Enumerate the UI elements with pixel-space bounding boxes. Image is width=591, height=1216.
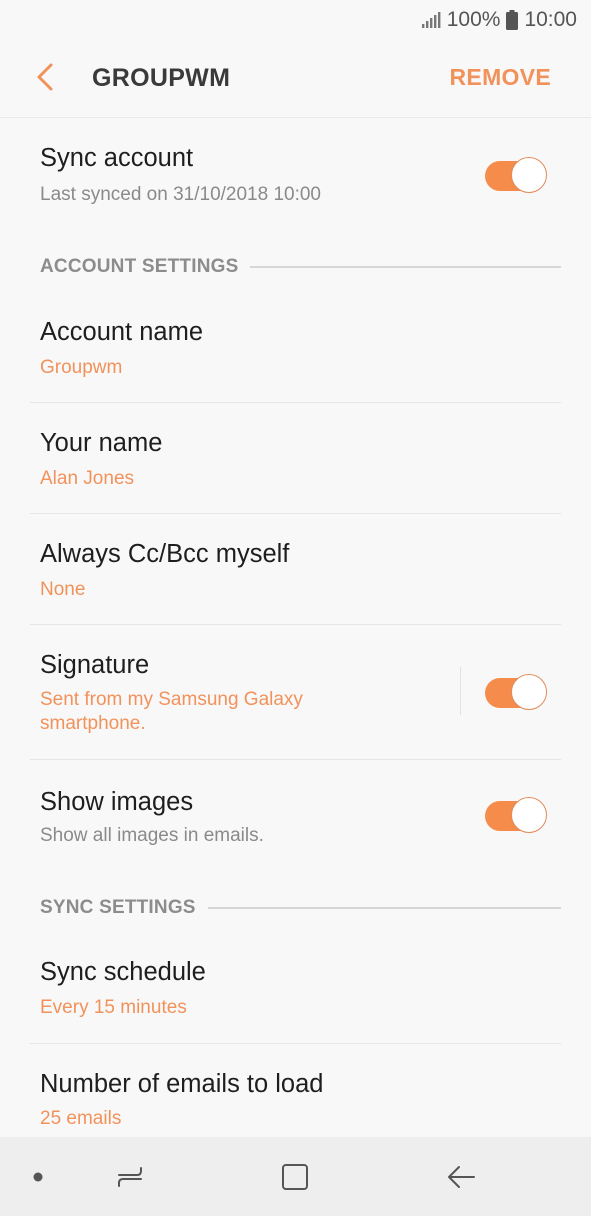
your-name-row[interactable]: Your name Alan Jones [30,403,561,513]
your-name-title: Your name [40,429,163,457]
back-arrow-icon[interactable] [443,1159,479,1195]
sync-schedule-title: Sync schedule [40,958,206,986]
signature-title: Signature [40,651,150,679]
account-name-row[interactable]: Account name Groupwm [30,300,561,402]
signature-toggle[interactable] [485,674,547,710]
section-divider [207,907,561,909]
battery-percentage: 100% [446,8,501,31]
last-synced-text: Last synced on 31/10/2018 10:00 [40,184,322,205]
app-header: GROUPWM REMOVE [0,40,591,118]
recent-apps-icon[interactable] [112,1159,148,1195]
signature-row[interactable]: Signature Sent from my Samsung Galaxy sm… [30,625,561,759]
home-icon[interactable] [277,1159,313,1195]
remove-button[interactable]: REMOVE [450,64,551,91]
account-name-value: Groupwm [40,357,123,378]
emails-to-load-value: 25 emails [40,1108,122,1129]
section-label: SYNC SETTINGS [40,897,196,918]
show-images-toggle[interactable] [485,797,547,833]
sync-account-toggle[interactable] [485,157,547,193]
status-bar: 100% 10:00 [0,0,591,40]
account-name-title: Account name [40,318,204,346]
chevron-left-icon [35,63,55,96]
navigation-bar [0,1137,591,1216]
page-title: GROUPWM [92,64,231,92]
sync-account-row[interactable]: Sync account Last synced on 31/10/2018 1… [30,130,561,230]
toggle-knob [511,157,547,193]
account-settings-header: ACCOUNT SETTINGS [40,256,561,278]
toggle-knob [511,797,547,833]
always-cc-row[interactable]: Always Cc/Bcc myself None [30,514,561,624]
show-images-subtitle: Show all images in emails. [40,825,264,846]
back-button[interactable] [30,63,60,96]
always-cc-value: None [40,579,86,600]
battery-icon [506,10,519,30]
signature-value-line2: smartphone. [40,713,146,734]
sync-account-title: Sync account [40,144,194,172]
section-label: ACCOUNT SETTINGS [40,256,239,277]
your-name-value: Alan Jones [40,468,135,489]
section-divider [250,266,561,268]
sync-settings-header: SYNC SETTINGS [40,897,561,919]
sync-schedule-row[interactable]: Sync schedule Every 15 minutes [30,940,561,1043]
clock: 10:00 [524,8,577,31]
toggle-knob [511,674,547,710]
show-images-row[interactable]: Show images Show all images in emails. [30,760,561,870]
show-images-title: Show images [40,788,194,816]
always-cc-title: Always Cc/Bcc myself [40,540,290,568]
dot-indicator-icon[interactable] [20,1159,56,1195]
signature-value-line1: Sent from my Samsung Galaxy [40,689,303,710]
sync-schedule-value: Every 15 minutes [40,997,187,1018]
vertical-separator [460,667,461,715]
signal-icon [421,11,441,29]
emails-to-load-title: Number of emails to load [40,1070,324,1098]
emails-to-load-row[interactable]: Number of emails to load 25 emails [30,1044,561,1137]
